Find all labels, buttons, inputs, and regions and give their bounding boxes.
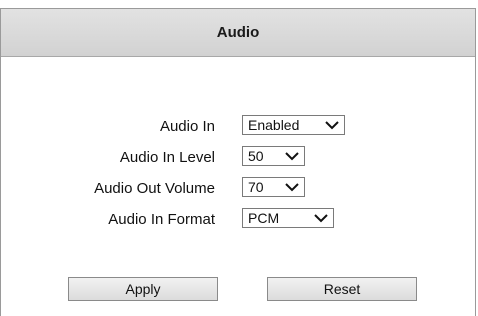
- chevron-down-icon: [314, 214, 328, 223]
- audio-in-level-label: Audio In Level: [119, 149, 215, 166]
- audio-in-row: Audio In Enabled: [1, 115, 477, 139]
- button-row: Apply Reset: [1, 277, 477, 301]
- audio-in-label: Audio In: [159, 118, 215, 135]
- reset-button[interactable]: Reset: [267, 277, 417, 301]
- audio-in-format-row: Audio In Format PCM: [1, 208, 477, 232]
- audio-out-volume-row: Audio Out Volume 70: [1, 177, 477, 201]
- chevron-down-icon: [285, 152, 299, 161]
- audio-in-select[interactable]: Enabled: [242, 115, 345, 135]
- audio-in-format-label: Audio In Format: [108, 211, 215, 228]
- audio-in-level-row: Audio In Level 50: [1, 146, 477, 170]
- apply-button[interactable]: Apply: [68, 277, 218, 301]
- audio-in-value: Enabled: [248, 117, 300, 133]
- audio-out-volume-label: Audio Out Volume: [94, 180, 215, 197]
- chevron-down-icon: [285, 183, 299, 192]
- panel-title: Audio: [1, 9, 475, 57]
- audio-in-level-select[interactable]: 50: [242, 146, 305, 166]
- audio-out-volume-select[interactable]: 70: [242, 177, 305, 197]
- chevron-down-icon: [325, 121, 339, 130]
- audio-in-format-value: PCM: [248, 210, 280, 226]
- audio-settings-panel: Audio Audio In Enabled Audio In Level 50…: [0, 8, 476, 316]
- audio-out-volume-value: 70: [248, 179, 264, 195]
- audio-in-format-select[interactable]: PCM: [242, 208, 334, 228]
- audio-in-level-value: 50: [248, 148, 264, 164]
